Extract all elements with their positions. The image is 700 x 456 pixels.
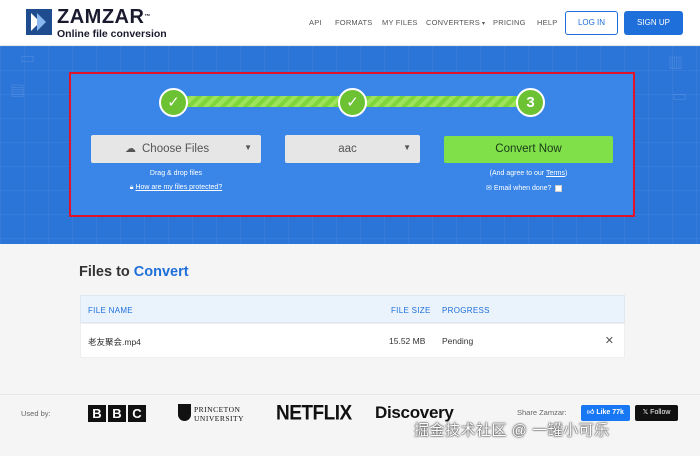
email-when-done[interactable]: ✉ Email when done? xyxy=(486,184,586,192)
cloud-upload-icon: ☁ xyxy=(125,143,136,155)
caret-down-icon: ▼ xyxy=(403,143,411,152)
thumbs-up-icon: 👍︎ xyxy=(587,409,595,416)
signup-button[interactable]: SIGN UP xyxy=(624,11,683,35)
document-icon-decoration: ▤ xyxy=(10,82,26,99)
login-button[interactable]: LOG IN xyxy=(565,11,618,35)
nav-my-files[interactable]: MY FILES xyxy=(382,18,418,27)
share-label: Share Zamzar: xyxy=(517,408,567,417)
caret-down-icon: ▼ xyxy=(244,143,252,152)
file-size-cell: 15.52 MB xyxy=(389,336,426,346)
terms-link[interactable]: Terms xyxy=(546,170,565,177)
remove-file-icon[interactable]: ✕ xyxy=(605,334,614,347)
nav-api[interactable]: API xyxy=(309,18,322,27)
column-file-name: FILE NAME xyxy=(88,306,133,315)
progress-cell: Pending xyxy=(442,336,474,346)
column-progress: PROGRESS xyxy=(442,306,490,315)
step-1-complete-icon: ✓ xyxy=(159,88,188,117)
convert-now-button[interactable]: Convert Now xyxy=(444,136,613,163)
brand-tagline: Online file conversion xyxy=(57,28,167,40)
lock-icon: 🔒︎ xyxy=(129,184,134,191)
table-row: 老友聚会.mp4 15.52 MB Pending ✕ xyxy=(80,323,625,358)
chevron-down-icon: ▾ xyxy=(481,21,486,27)
princeton-shield-icon xyxy=(178,404,191,421)
netflix-logo: NETFLIX xyxy=(276,401,352,425)
used-by-label: Used by: xyxy=(21,409,51,418)
file-name-cell: 老友聚会.mp4 xyxy=(88,337,141,347)
file-icon-decoration: ▭ xyxy=(20,50,36,67)
brand-name[interactable]: ZAMZAR™ xyxy=(57,7,151,27)
princeton-logo: PRINCETON UNIVERSITY xyxy=(194,405,244,423)
files-table-header: FILE NAME FILE SIZE PROGRESS xyxy=(80,295,625,323)
zamzar-logo-icon[interactable] xyxy=(26,9,52,35)
files-title: Files to Convert xyxy=(79,264,189,280)
document-icon-decoration: ▥ xyxy=(668,54,684,71)
x-icon: 𝕏 xyxy=(642,409,649,416)
terms-agreement: (And agree to our Terms) xyxy=(489,170,568,177)
nav-help[interactable]: HELP xyxy=(537,18,557,27)
watermark: 掘金技术社区 @ 一罐小可乐 xyxy=(414,422,610,439)
file-icon-decoration: ▭ xyxy=(672,88,688,105)
email-icon: ✉ xyxy=(486,185,492,192)
choose-files-button[interactable]: ☁ Choose Files ▼ xyxy=(91,135,261,163)
column-file-size: FILE SIZE xyxy=(391,306,431,315)
x-follow-button[interactable]: 𝕏 Follow xyxy=(635,405,678,421)
nav-pricing[interactable]: PRICING xyxy=(493,18,526,27)
nav-formats[interactable]: FORMATS xyxy=(335,18,373,27)
files-protected-link[interactable]: 🔒︎ How are my files protected? xyxy=(91,184,261,192)
format-select[interactable]: aac ▼ xyxy=(285,135,420,163)
email-checkbox[interactable] xyxy=(555,184,563,192)
choose-files-label: Choose Files xyxy=(142,143,210,155)
site-header: ZAMZAR™ Online file conversion API FORMA… xyxy=(0,0,700,46)
bbc-logo: BBC xyxy=(88,405,146,422)
drag-drop-hint: Drag & drop files xyxy=(149,170,203,177)
step-3-indicator: 3 xyxy=(516,88,545,117)
nav-converters[interactable]: CONVERTERS ▾ xyxy=(426,18,485,27)
format-select-value: aac xyxy=(338,143,357,155)
step-2-complete-icon: ✓ xyxy=(338,88,367,117)
